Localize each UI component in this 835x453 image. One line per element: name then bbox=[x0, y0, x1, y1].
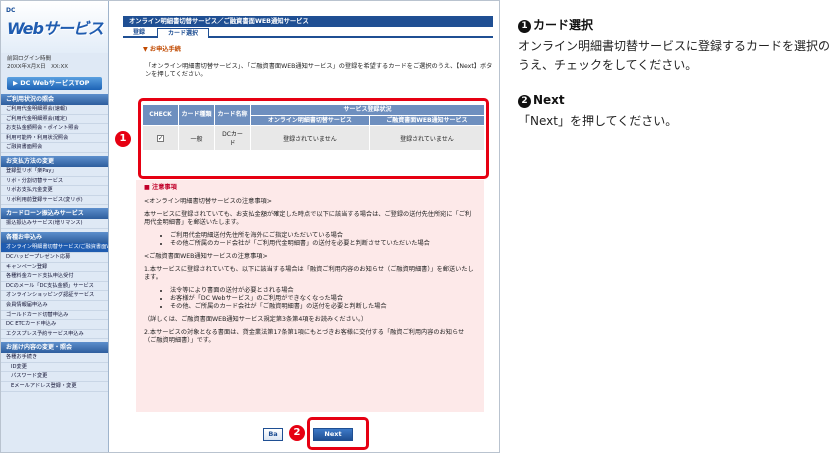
nav-item[interactable]: ご利用代金明細照会(確定) bbox=[1, 115, 108, 125]
dc-web-top-button[interactable]: ▶ DC WebサービスTOP bbox=[7, 77, 102, 90]
nav-section-loan: カードローン振込みサービス bbox=[1, 208, 108, 220]
list-item: その他、ご所属のカード会社が「ご融資明細書」の送付を必要と判断した場合 bbox=[170, 303, 476, 311]
list-item: お客様が「DC Webサービス」のご利用ができなくなった場合 bbox=[170, 295, 476, 303]
nav-item[interactable]: 各種お手続き bbox=[1, 353, 108, 363]
tab-card-select[interactable]: カード選択 bbox=[157, 28, 209, 38]
nav-item[interactable]: キャンペーン登録 bbox=[1, 263, 108, 273]
list-item: ご利用代金明細送付先住所を海外にご指定いただいている場合 bbox=[170, 232, 476, 240]
step1-title: 1 カード選択 bbox=[518, 16, 833, 33]
nav-section-payment: お支払方法の変更 bbox=[1, 155, 108, 167]
nav-item[interactable]: ご融資書面照会 bbox=[1, 143, 108, 153]
nav-item[interactable]: オンラインショッピング認証サービス bbox=[1, 291, 108, 301]
notice-subheading: <ご融資書面WEB通知サービスの注意事項> bbox=[144, 253, 268, 260]
nav-item[interactable]: 会員情報届申込み bbox=[1, 301, 108, 311]
back-button[interactable]: Ba bbox=[263, 428, 283, 441]
step1-title-text: カード選択 bbox=[533, 18, 594, 32]
notice-panel: ■ 注意事項 <オンライン明細書切替サービスの注意事項> 本サービスに登録されて… bbox=[136, 180, 484, 412]
nav-item[interactable]: パスワード変更 bbox=[1, 372, 108, 383]
notice-text: 2.本サービスの対象となる書面は、貸金業法第17条第1項にもとづきお客様に交付す… bbox=[144, 329, 465, 344]
notice-heading: ■ 注意事項 bbox=[144, 184, 177, 191]
intro-text: 「オンライン明細書切替サービス」、「ご融資書面WEB通知サービス」の登録を希望す… bbox=[145, 63, 493, 78]
instructions-panel: 1 カード選択 オンライン明細書切替サービスに登録するカードを選択のうえ、チェック… bbox=[518, 16, 833, 131]
step2-title-text: Next bbox=[533, 93, 565, 107]
nav-item[interactable]: DCのメール「DC支払金額」サービス bbox=[1, 282, 108, 292]
notice-list: 法令等により書面の送付が必要とされる場合 お客様が「DC Webサービス」のご利… bbox=[170, 287, 476, 311]
notice-text: 1.本サービスに登録されていても、以下に該当する場合は「融資ご利用内容のお知らせ… bbox=[144, 266, 474, 281]
page-title: オンライン明細書切替サービス／ご融資書面WEB通知サービス bbox=[123, 16, 493, 27]
last-login-time: 20XX年X月X日 XX:XX bbox=[7, 64, 68, 70]
highlight-card-table bbox=[138, 98, 489, 179]
nav-item[interactable]: 登録型リボ「楽Pay」 bbox=[1, 167, 108, 177]
step1-number: 1 bbox=[518, 20, 531, 33]
tab-register[interactable]: 登録 bbox=[127, 28, 151, 38]
nav-item[interactable]: 振込振込みサービス(増リマンス) bbox=[1, 219, 108, 229]
sidebar: DC Webサービス 前回ログイン時間 20XX年X月X日 XX:XX ▶ DC… bbox=[1, 1, 109, 452]
main-content: オンライン明細書切替サービス／ご融資書面WEB通知サービス 登録 カード選択 ▼… bbox=[123, 16, 493, 452]
nav-section-applications: 各種お申込み bbox=[1, 231, 108, 243]
last-login: 前回ログイン時間 20XX年X月X日 XX:XX bbox=[1, 53, 108, 73]
step-tabs: 登録 カード選択 bbox=[123, 27, 493, 38]
step2-title: 2 Next bbox=[518, 93, 833, 108]
nav-item[interactable]: リボ利用前登録サービス(変リボ) bbox=[1, 196, 108, 206]
list-item: 法令等により書面の送付が必要とされる場合 bbox=[170, 287, 476, 295]
service-logo[interactable]: DC Webサービス bbox=[1, 1, 108, 53]
step2-block: 2 Next 「Next」を押してください。 bbox=[518, 93, 833, 131]
nav-item[interactable]: お支払金額照会・ポイント照会 bbox=[1, 124, 108, 134]
step1-text: オンライン明細書切替サービスに登録するカードを選択のうえ、チェックをしてください… bbox=[518, 39, 831, 72]
section-heading: ▼ お申込手続 bbox=[143, 46, 181, 53]
step-badge-1: 1 bbox=[115, 131, 131, 147]
nav-item[interactable]: ゴールドカード切替申込み bbox=[1, 311, 108, 321]
logo-name: Webサービス bbox=[7, 19, 104, 38]
notice-subheading: <オンライン明細書切替サービスの注意事項> bbox=[144, 198, 272, 205]
nav-section-profile: お届け内容の変更・照会 bbox=[1, 342, 108, 354]
list-item: その他ご所属のカード会社が「ご利用代金明細書」の送付を必要と判断させていただいた… bbox=[170, 240, 476, 248]
notice-text: （詳しくは、ご融資書面WEB通知サービス規定第3条第4項をお読みください。） bbox=[144, 316, 368, 323]
nav-item-online-statement[interactable]: オンライン明細書切替サービス/ご融資書面WEB通知サービス bbox=[1, 242, 108, 253]
highlight-next-button bbox=[307, 417, 369, 450]
nav-item[interactable]: ID変更 bbox=[1, 363, 108, 373]
notice-list: ご利用代金明細送付先住所を海外にご指定いただいている場合 その他ご所属のカード会… bbox=[170, 232, 476, 248]
nav-item[interactable]: DCハッピープレゼント応募 bbox=[1, 253, 108, 263]
nav-item[interactable]: 利用可能枠・利用状況照会 bbox=[1, 134, 108, 144]
last-login-label: 前回ログイン時間 bbox=[7, 56, 52, 62]
nav-item[interactable]: リボ・分割切替サービス bbox=[1, 177, 108, 187]
nav-item[interactable]: Eメールアドレス登録・変更 bbox=[1, 382, 108, 392]
nav-item[interactable]: 各種料金カード支払申込受付 bbox=[1, 272, 108, 282]
logo-dc: DC bbox=[6, 7, 16, 14]
notice-text: 本サービスに登録されていても、お支払金額が確定した時点で以下に該当する場合は、ご… bbox=[144, 211, 472, 226]
nav-item[interactable]: DC ETCカード申込み bbox=[1, 320, 108, 330]
step2-text: 「Next」を押してください。 bbox=[518, 114, 678, 128]
screenshot-frame: DC Webサービス 前回ログイン時間 20XX年X月X日 XX:XX ▶ DC… bbox=[0, 0, 500, 453]
nav-section-usage: ご利用状況の照会 bbox=[1, 94, 108, 105]
step2-number: 2 bbox=[518, 95, 531, 108]
nav-item[interactable]: ご利用代金明細照会(速報) bbox=[1, 105, 108, 115]
nav-item[interactable]: エクスプレス予約サービス申込み bbox=[1, 330, 108, 340]
nav-item[interactable]: リボお支払元金変更 bbox=[1, 186, 108, 196]
step-badge-2: 2 bbox=[289, 425, 305, 441]
